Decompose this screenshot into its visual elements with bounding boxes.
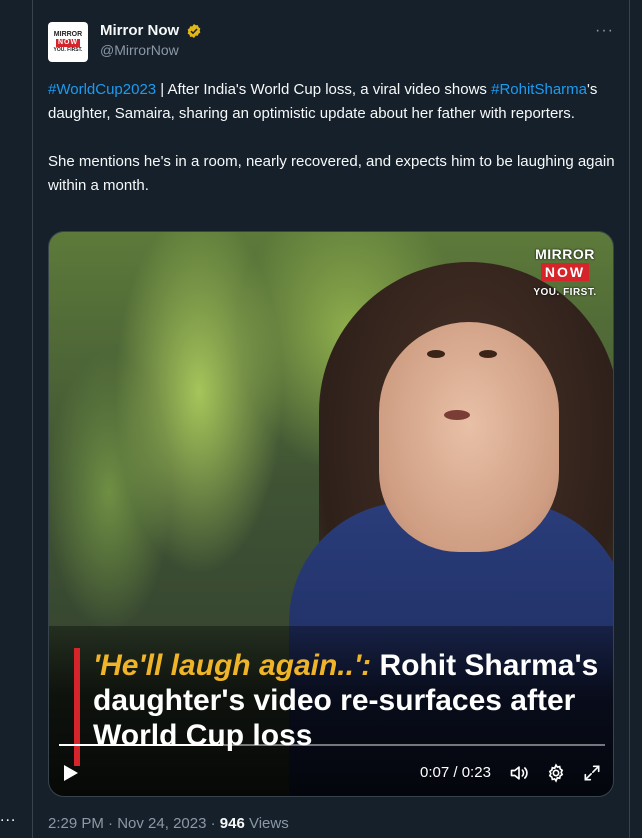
tweet-meta: 2:29 PM · Nov 24, 2023 · 946 Views bbox=[48, 815, 289, 832]
tweet-text-segment: | After India's World Cup loss, a viral … bbox=[156, 81, 492, 98]
video-subject-mouth bbox=[444, 410, 470, 420]
logo-line1: MIRROR bbox=[535, 246, 595, 262]
caption-quote: 'He'll laugh again..': bbox=[93, 649, 372, 682]
avatar[interactable]: MIRROR NOW YOU. FIRST. bbox=[48, 22, 88, 62]
video-player[interactable]: MIRROR NOW YOU. FIRST. 'He'll laugh agai… bbox=[48, 231, 614, 797]
total-time: 0:23 bbox=[461, 764, 491, 781]
video-subject-eye bbox=[427, 350, 445, 358]
avatar-logo-line1: MIRROR bbox=[53, 30, 83, 38]
video-controls: 0:07 / 0:23 bbox=[49, 756, 613, 792]
tweet-paragraph-2: She mentions he's in a room, nearly reco… bbox=[48, 153, 615, 194]
tweet-time[interactable]: 2:29 PM bbox=[48, 815, 104, 832]
current-time: 0:07 bbox=[420, 764, 450, 781]
views-count[interactable]: 946 bbox=[220, 815, 245, 832]
tweet-paragraph-1: #WorldCup2023 | After India's World Cup … bbox=[48, 78, 618, 126]
tweet-text: #WorldCup2023 | After India's World Cup … bbox=[48, 78, 618, 222]
author-handle[interactable]: @MirrorNow bbox=[100, 42, 179, 58]
meta-separator: · bbox=[103, 815, 118, 832]
hashtag-worldcup2023[interactable]: #WorldCup2023 bbox=[48, 81, 156, 98]
time-separator: / bbox=[449, 764, 462, 781]
video-subject-eye bbox=[479, 350, 497, 358]
more-horizontal-icon[interactable]: ··· bbox=[595, 22, 614, 40]
tweet-date[interactable]: Nov 24, 2023 bbox=[117, 815, 206, 832]
video-caption: 'He'll laugh again..': Rohit Sharma's da… bbox=[93, 648, 603, 753]
views-label: Views bbox=[244, 815, 289, 832]
mirror-now-logo: MIRROR NOW YOU. FIRST. bbox=[525, 246, 605, 312]
fullscreen-icon[interactable] bbox=[582, 763, 602, 783]
avatar-logo-line2: NOW bbox=[55, 38, 81, 47]
video-time: 0:07 / 0:23 bbox=[420, 764, 491, 781]
logo-line3: YOU. FIRST. bbox=[533, 287, 597, 298]
hashtag-rohitsharma[interactable]: #RohitSharma bbox=[491, 81, 587, 98]
volume-icon[interactable] bbox=[509, 763, 529, 783]
video-subject-face bbox=[379, 322, 559, 552]
video-progress-fill bbox=[59, 744, 223, 746]
left-more-indicator[interactable]: ... bbox=[0, 808, 16, 826]
logo-line2: NOW bbox=[540, 263, 590, 281]
caption-accent-bar bbox=[74, 648, 80, 766]
avatar-logo-line3: YOU. FIRST. bbox=[53, 46, 83, 53]
meta-separator: · bbox=[206, 815, 220, 832]
play-icon[interactable] bbox=[63, 764, 79, 782]
video-progress-bar[interactable] bbox=[59, 744, 605, 746]
verified-badge-icon bbox=[187, 24, 201, 38]
author-name[interactable]: Mirror Now bbox=[100, 22, 179, 39]
settings-gear-icon[interactable] bbox=[546, 763, 566, 783]
